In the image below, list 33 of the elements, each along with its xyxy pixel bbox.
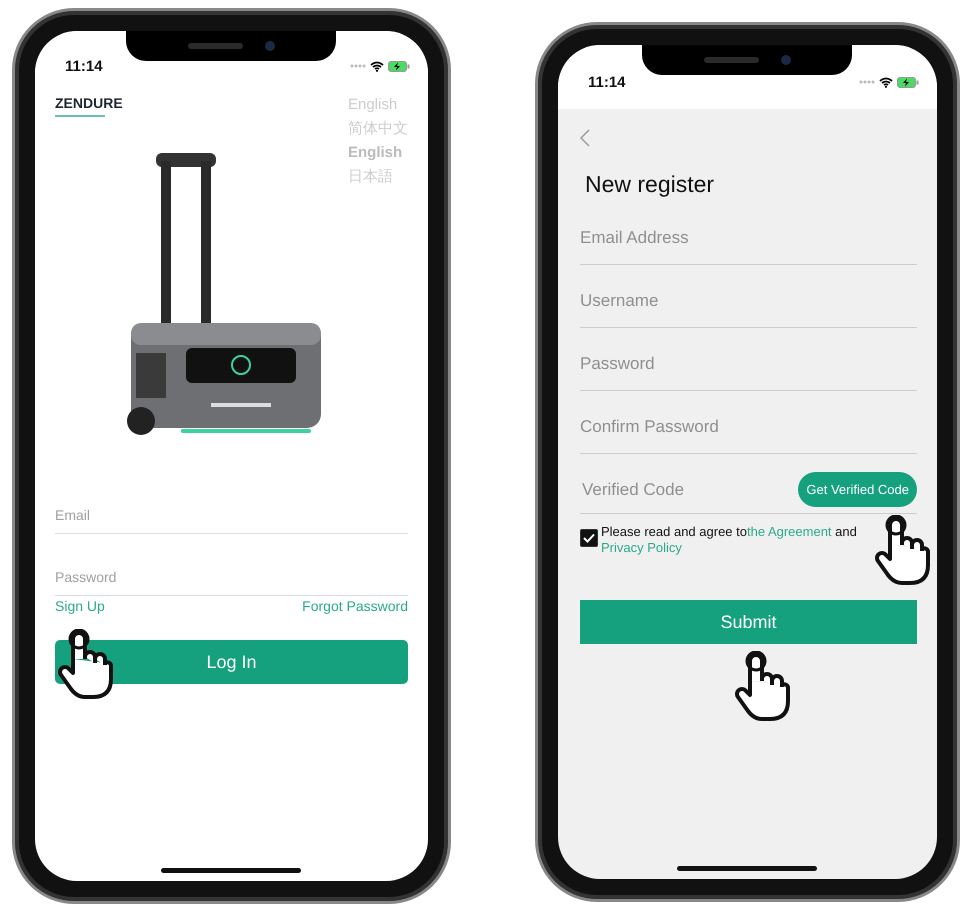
input-field[interactable]: Verified Code Get Verified Code (580, 454, 917, 514)
input-field[interactable]: Email (55, 497, 408, 534)
hand-pointer-icon (57, 629, 113, 701)
speaker-grille (188, 43, 243, 49)
tagline-line (55, 115, 105, 117)
input-field[interactable]: Password (580, 328, 917, 391)
battery-charging-icon (897, 76, 919, 88)
privacy-policy-link[interactable]: Privacy Policy (600, 540, 682, 555)
battery-charging-icon (388, 60, 410, 72)
camera-lens (780, 55, 791, 65)
get-code-button[interactable]: Get Verified Code (798, 472, 917, 507)
speaker-grille (704, 57, 759, 63)
agreement-link[interactable]: the Agreement (746, 524, 832, 539)
wifi-icon (879, 76, 893, 88)
logo: ZENDURE (55, 95, 123, 111)
submit-button[interactable]: Submit (580, 600, 917, 644)
sign-up-link[interactable]: Sign Up (55, 598, 105, 614)
checkbox[interactable] (580, 529, 598, 547)
camera-lens (264, 41, 275, 51)
input-field[interactable]: Confirm Password (580, 391, 917, 454)
status-time: 11:14 (65, 58, 103, 74)
forgot-password-link[interactable]: Forgot Password (302, 598, 408, 614)
language-option[interactable]: English (348, 141, 402, 165)
hand-pointer-icon (734, 651, 790, 723)
input-field[interactable]: Username (580, 265, 917, 328)
hand-pointer-icon (874, 515, 930, 587)
input-field[interactable]: Password (55, 559, 408, 596)
page-title: New register (584, 171, 716, 198)
input-field[interactable]: Email Address (580, 202, 917, 265)
wifi-icon (370, 60, 384, 72)
status-time: 11:14 (588, 74, 626, 90)
signal-icon (859, 80, 875, 84)
signal-icon (350, 64, 366, 68)
